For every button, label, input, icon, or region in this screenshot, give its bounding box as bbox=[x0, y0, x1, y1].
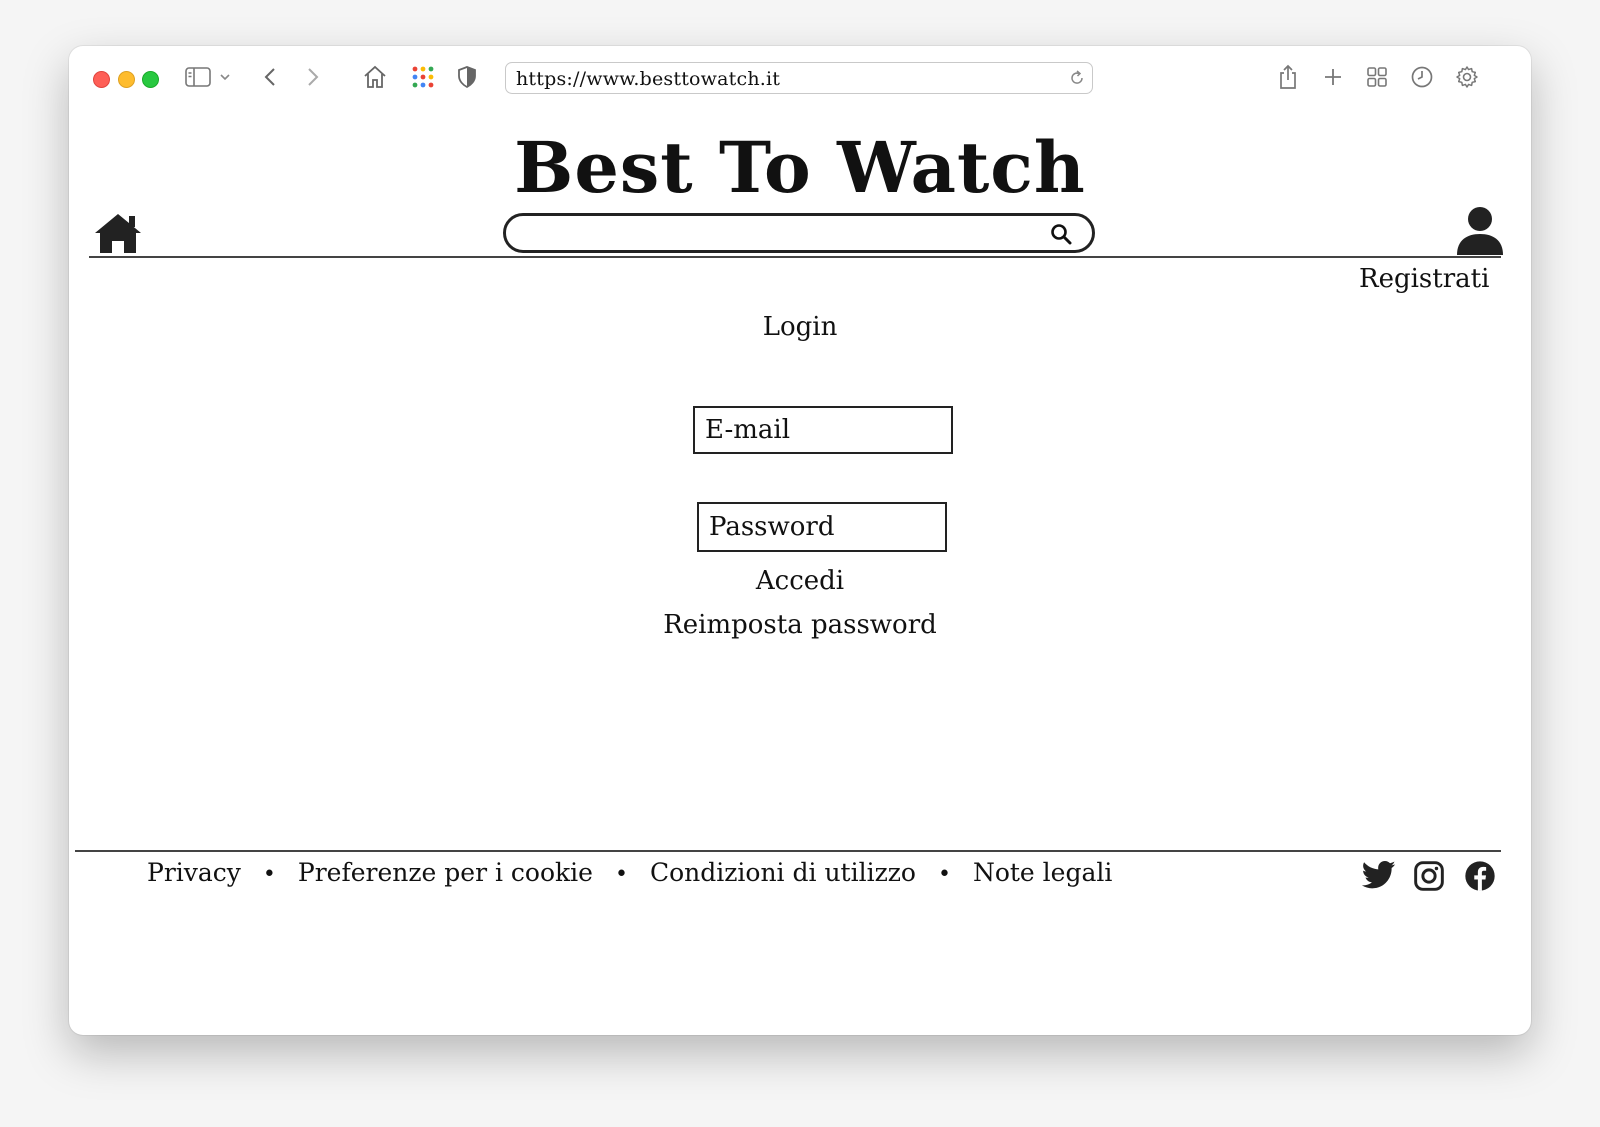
footer-separator: • bbox=[262, 862, 276, 887]
footer-link-terms[interactable]: Condizioni di utilizzo bbox=[650, 858, 916, 887]
header-divider bbox=[89, 256, 1501, 258]
chevron-down-icon[interactable] bbox=[215, 62, 235, 92]
plus-icon[interactable] bbox=[1318, 62, 1348, 92]
close-window-button[interactable] bbox=[93, 71, 110, 88]
footer-divider bbox=[75, 850, 1501, 852]
login-title: Login bbox=[762, 312, 838, 342]
share-icon[interactable] bbox=[1273, 62, 1303, 92]
reload-icon[interactable] bbox=[1068, 69, 1086, 91]
instagram-icon[interactable] bbox=[1413, 860, 1445, 896]
browser-window: https://www.besttowatch.it Best To Watch bbox=[69, 46, 1531, 1035]
twitter-icon[interactable] bbox=[1361, 860, 1396, 894]
home-icon[interactable] bbox=[93, 212, 143, 258]
footer-links: Privacy • Preferenze per i cookie • Condizio… bbox=[147, 858, 1112, 887]
browser-home-icon[interactable] bbox=[360, 62, 390, 92]
back-icon[interactable] bbox=[255, 62, 285, 92]
footer-link-cookie-preferences[interactable]: Preferenze per i cookie bbox=[298, 858, 593, 887]
zoom-window-button[interactable] bbox=[142, 71, 159, 88]
minimize-window-button[interactable] bbox=[118, 71, 135, 88]
password-placeholder: Password bbox=[709, 512, 835, 542]
email-field[interactable]: E-mail bbox=[693, 406, 953, 454]
history-icon[interactable] bbox=[1407, 62, 1437, 92]
shield-icon[interactable] bbox=[452, 62, 482, 92]
email-placeholder: E-mail bbox=[705, 415, 791, 445]
reset-password-link[interactable]: Reimposta password bbox=[69, 610, 1531, 640]
forward-icon[interactable] bbox=[298, 62, 328, 92]
search-input[interactable] bbox=[503, 213, 1095, 253]
url-text: https://www.besttowatch.it bbox=[516, 68, 781, 90]
login-button[interactable]: Accedi bbox=[69, 566, 1531, 596]
footer-separator: • bbox=[614, 862, 628, 887]
address-bar[interactable]: https://www.besttowatch.it bbox=[505, 62, 1093, 94]
password-field[interactable]: Password bbox=[697, 502, 947, 552]
site-title: Best To Watch bbox=[514, 126, 1086, 209]
search-icon[interactable] bbox=[1050, 223, 1072, 249]
facebook-icon[interactable] bbox=[1464, 860, 1496, 896]
gear-icon[interactable] bbox=[1452, 62, 1482, 92]
footer-link-legal-notes[interactable]: Note legali bbox=[973, 858, 1112, 887]
register-link[interactable]: Registrati bbox=[1359, 264, 1489, 294]
browser-toolbar: https://www.besttowatch.it bbox=[69, 46, 1531, 112]
footer-separator: • bbox=[937, 862, 951, 887]
footer-link-privacy[interactable]: Privacy bbox=[147, 858, 241, 887]
user-avatar-icon[interactable] bbox=[1454, 206, 1506, 260]
tabs-overview-icon[interactable] bbox=[1362, 62, 1392, 92]
apps-grid-icon[interactable] bbox=[408, 62, 438, 92]
sidebar-icon[interactable] bbox=[183, 62, 213, 92]
